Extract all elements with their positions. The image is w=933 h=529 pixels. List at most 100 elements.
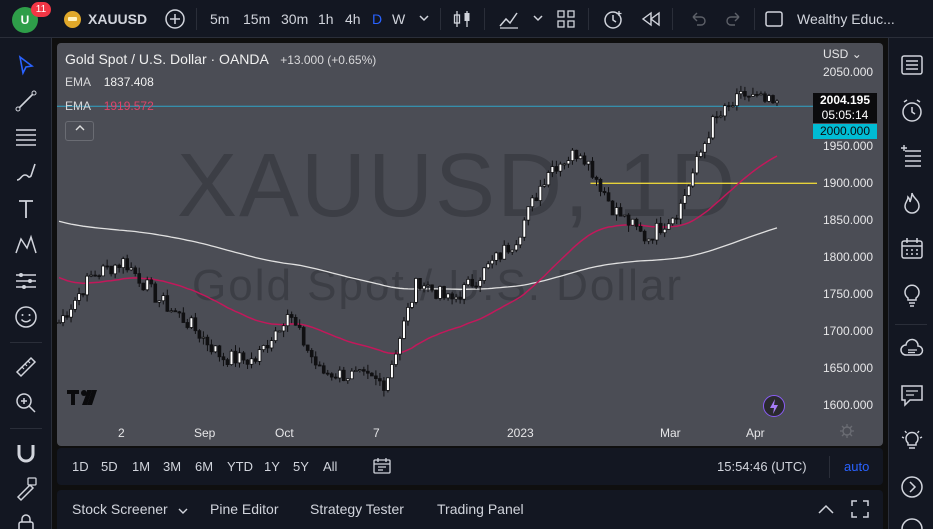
interval-15m[interactable]: 15m xyxy=(243,9,270,29)
magnet-icon[interactable] xyxy=(13,440,39,466)
signals-icon[interactable] xyxy=(899,474,925,500)
candle-down xyxy=(137,273,142,284)
interval-w[interactable]: W xyxy=(392,9,405,29)
layout-grid-icon[interactable] xyxy=(556,9,576,29)
candle-down xyxy=(233,350,238,364)
chats-icon[interactable] xyxy=(899,382,925,408)
range-1y[interactable]: 1Y xyxy=(264,459,280,474)
cursor-icon[interactable] xyxy=(13,52,39,78)
candle-up xyxy=(526,206,531,221)
indicators-dropdown-icon[interactable] xyxy=(532,10,544,30)
range-5d[interactable]: 5D xyxy=(101,459,118,474)
replay-icon[interactable] xyxy=(640,9,662,29)
candle-up xyxy=(398,338,402,355)
lightning-icon[interactable] xyxy=(763,395,785,417)
chart-pane[interactable]: XAUUSD, 1D Gold Spot / U.S. Dollar Gold … xyxy=(57,43,883,446)
candle-up xyxy=(406,307,410,322)
lock-drawing-icon[interactable] xyxy=(13,476,39,502)
ideas-bulb-icon[interactable] xyxy=(899,282,925,308)
tradingview-logo[interactable] xyxy=(65,387,101,407)
last-price: 2004.195 xyxy=(819,93,871,107)
candle-down xyxy=(209,344,214,353)
text-icon[interactable] xyxy=(13,196,39,222)
candle-up xyxy=(542,184,547,187)
collapse-panel-icon[interactable] xyxy=(817,502,835,518)
ema-legend-row[interactable]: EMA 1919.572 xyxy=(65,99,154,113)
tab-stock-screener[interactable]: Stock Screener xyxy=(72,501,168,517)
emoji-icon[interactable] xyxy=(13,304,39,330)
range-1d[interactable]: 1D xyxy=(72,459,89,474)
candle-up xyxy=(751,93,755,97)
candle-down xyxy=(105,265,109,268)
bar-countdown: 05:05:14 xyxy=(821,108,869,122)
range-1m[interactable]: 1M xyxy=(132,459,150,474)
notifications-bulb-icon[interactable] xyxy=(899,428,925,454)
trend-line-icon[interactable] xyxy=(13,88,39,114)
instrument-title[interactable]: Gold Spot / U.S. Dollar · OANDA xyxy=(65,51,269,67)
ruler-icon[interactable] xyxy=(13,354,39,380)
alert-price-tag[interactable]: 2000.000 xyxy=(813,124,877,139)
ema-legend-row[interactable]: EMA 1837.408 xyxy=(65,75,154,89)
alerts-clock-icon[interactable] xyxy=(899,98,925,124)
zoom-in-icon[interactable] xyxy=(13,390,39,416)
candle-up xyxy=(739,91,743,95)
chevron-down-icon: ⌄ xyxy=(851,47,862,61)
interval-1h[interactable]: 1h xyxy=(318,9,334,29)
candle-up xyxy=(285,314,290,327)
range-3m[interactable]: 3M xyxy=(163,459,181,474)
candle-up xyxy=(678,202,683,220)
range-6m[interactable]: 6M xyxy=(195,459,213,474)
chevron-down-icon[interactable] xyxy=(177,503,189,519)
candle-down xyxy=(193,317,198,332)
undo-icon[interactable] xyxy=(688,9,708,29)
currency-label: USD xyxy=(823,47,849,61)
auto-scale-toggle[interactable]: auto xyxy=(844,459,869,474)
prediction-icon[interactable] xyxy=(13,268,39,294)
calendar-icon[interactable] xyxy=(899,236,925,262)
utc-clock[interactable]: 15:54:46 (UTC) xyxy=(717,459,807,474)
price-chart[interactable] xyxy=(57,43,883,446)
compare-add-icon[interactable] xyxy=(164,8,186,29)
candle-up xyxy=(670,217,675,225)
interval-d[interactable]: D xyxy=(372,9,382,29)
candle-up xyxy=(249,358,254,365)
lock-icon[interactable] xyxy=(13,512,39,529)
candle-down xyxy=(181,312,186,323)
candle-up xyxy=(562,163,567,166)
data-window-icon[interactable] xyxy=(899,144,925,170)
candle-up xyxy=(169,310,174,313)
symbol-search[interactable]: XAUUSD xyxy=(88,9,147,29)
tab-trading-panel[interactable]: Trading Panel xyxy=(437,501,524,517)
interval-5m[interactable]: 5m xyxy=(210,9,229,29)
alert-clock-icon[interactable] xyxy=(602,8,624,29)
currency-selector[interactable]: USD ⌄ xyxy=(823,47,862,61)
date-range-calendar-icon[interactable] xyxy=(373,457,391,478)
layout-name[interactable]: Wealthy Educ... xyxy=(797,9,895,29)
indicators-icon[interactable] xyxy=(498,8,520,29)
collapse-legend-button[interactable] xyxy=(65,121,94,141)
range-all[interactable]: All xyxy=(323,459,337,474)
hotlist-fire-icon[interactable] xyxy=(899,190,925,216)
help-icon[interactable] xyxy=(899,516,925,529)
layout-checkbox-icon[interactable] xyxy=(764,9,784,29)
interval-dropdown-icon[interactable] xyxy=(418,10,430,30)
tab-strategy-tester[interactable]: Strategy Tester xyxy=(310,501,404,517)
redo-icon[interactable] xyxy=(724,9,744,29)
interval-30m[interactable]: 30m xyxy=(281,9,308,29)
gear-icon[interactable] xyxy=(839,423,855,439)
fib-retracement-icon[interactable] xyxy=(13,124,39,150)
tab-pine-editor[interactable]: Pine Editor xyxy=(210,501,278,517)
brush-icon[interactable] xyxy=(13,160,39,186)
candle-down xyxy=(727,105,731,108)
range-ytd[interactable]: YTD xyxy=(227,459,253,474)
patterns-icon[interactable] xyxy=(13,232,39,258)
candle-up xyxy=(646,238,651,242)
streams-cloud-icon[interactable] xyxy=(899,336,925,362)
candle-down xyxy=(165,295,170,312)
interval-4h[interactable]: 4h xyxy=(345,9,361,29)
candles-chart-type-icon[interactable] xyxy=(452,8,472,28)
maximize-panel-icon[interactable] xyxy=(851,500,869,521)
range-5y[interactable]: 5Y xyxy=(293,459,309,474)
watchlist-icon[interactable] xyxy=(899,52,925,78)
candle-up xyxy=(73,299,77,310)
